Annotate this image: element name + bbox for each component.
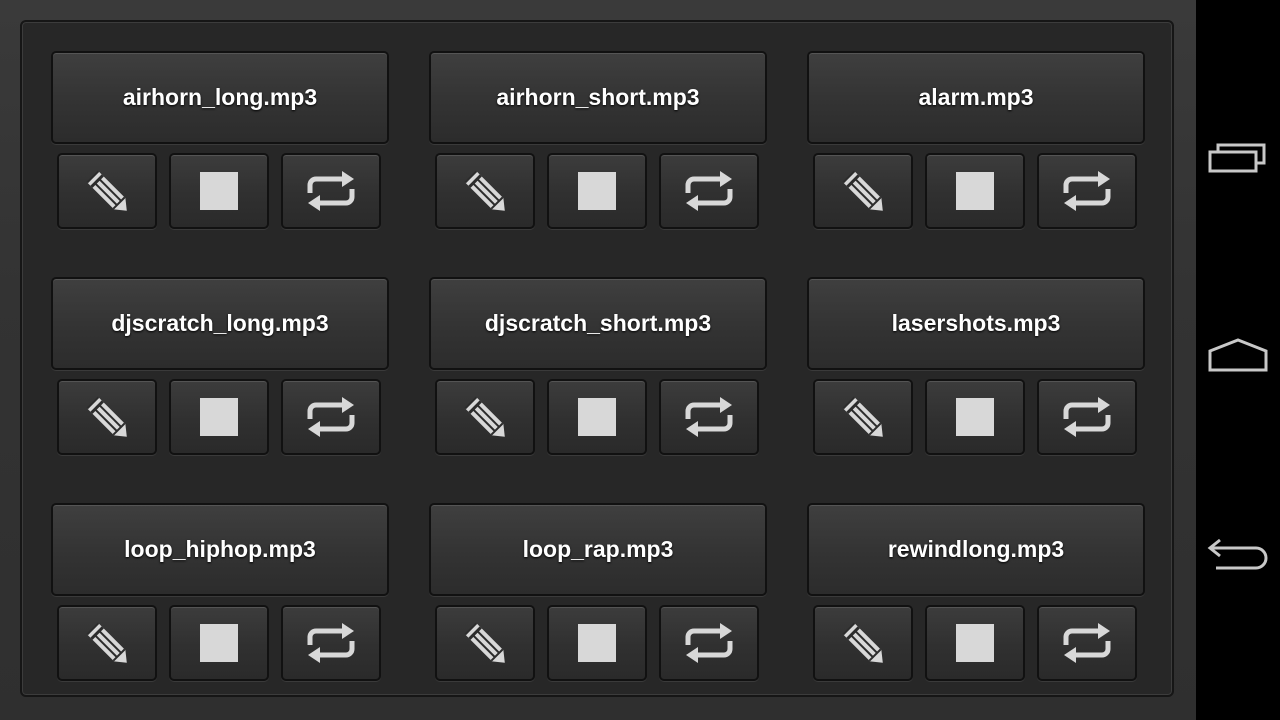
- loop-toggle-button[interactable]: [659, 605, 759, 681]
- edit-button[interactable]: [435, 605, 535, 681]
- play-sound-button[interactable]: airhorn_short.mp3: [429, 51, 767, 144]
- edit-button[interactable]: [435, 379, 535, 455]
- stop-button[interactable]: [547, 379, 647, 455]
- stop-icon: [199, 623, 239, 663]
- stop-button[interactable]: [169, 379, 269, 455]
- edit-button[interactable]: [813, 605, 913, 681]
- loop-toggle-button[interactable]: [1037, 605, 1137, 681]
- sound-card: loop_rap.mp3: [429, 503, 767, 681]
- edit-button[interactable]: [57, 379, 157, 455]
- repeat-icon: [682, 169, 736, 213]
- system-navigation-bar: [1196, 0, 1280, 720]
- sound-card: lasershots.mp3: [807, 277, 1145, 455]
- recent-apps-icon: [1208, 142, 1268, 179]
- pencil-icon: [458, 163, 512, 219]
- pencil-icon: [80, 163, 134, 219]
- loop-toggle-button[interactable]: [659, 379, 759, 455]
- sound-card: alarm.mp3: [807, 51, 1145, 229]
- play-sound-button[interactable]: djscratch_long.mp3: [51, 277, 389, 370]
- sound-card: djscratch_short.mp3: [429, 277, 767, 455]
- loop-toggle-button[interactable]: [659, 153, 759, 229]
- repeat-icon: [682, 395, 736, 439]
- stop-icon: [577, 171, 617, 211]
- loop-toggle-button[interactable]: [1037, 153, 1137, 229]
- stop-icon: [955, 397, 995, 437]
- play-sound-button[interactable]: lasershots.mp3: [807, 277, 1145, 370]
- pencil-icon: [458, 389, 512, 445]
- edit-button[interactable]: [813, 379, 913, 455]
- repeat-icon: [304, 621, 358, 665]
- pencil-icon: [80, 615, 134, 671]
- play-sound-button[interactable]: djscratch_short.mp3: [429, 277, 767, 370]
- play-sound-button[interactable]: airhorn_long.mp3: [51, 51, 389, 144]
- sound-card: djscratch_long.mp3: [51, 277, 389, 455]
- sound-card: airhorn_short.mp3: [429, 51, 767, 229]
- edit-button[interactable]: [435, 153, 535, 229]
- play-sound-button[interactable]: alarm.mp3: [807, 51, 1145, 144]
- edit-button[interactable]: [57, 605, 157, 681]
- home-button[interactable]: [1196, 312, 1280, 402]
- recent-apps-button[interactable]: [1196, 115, 1280, 205]
- stop-button[interactable]: [925, 153, 1025, 229]
- soundboard-panel: airhorn_long.mp3 airhorn_short.mp3 alarm…: [20, 20, 1174, 697]
- loop-toggle-button[interactable]: [281, 379, 381, 455]
- stop-button[interactable]: [169, 153, 269, 229]
- repeat-icon: [1060, 169, 1114, 213]
- home-icon: [1208, 337, 1268, 378]
- repeat-icon: [304, 169, 358, 213]
- sound-card: airhorn_long.mp3: [51, 51, 389, 229]
- stop-icon: [955, 623, 995, 663]
- stop-icon: [955, 171, 995, 211]
- back-icon: [1206, 536, 1270, 581]
- loop-toggle-button[interactable]: [281, 153, 381, 229]
- repeat-icon: [1060, 621, 1114, 665]
- stop-icon: [199, 397, 239, 437]
- pencil-icon: [836, 163, 890, 219]
- play-sound-button[interactable]: rewindlong.mp3: [807, 503, 1145, 596]
- edit-button[interactable]: [57, 153, 157, 229]
- stop-icon: [199, 171, 239, 211]
- app-screen: airhorn_long.mp3 airhorn_short.mp3 alarm…: [0, 0, 1196, 720]
- play-sound-button[interactable]: loop_rap.mp3: [429, 503, 767, 596]
- stop-button[interactable]: [925, 605, 1025, 681]
- stop-icon: [577, 623, 617, 663]
- repeat-icon: [304, 395, 358, 439]
- loop-toggle-button[interactable]: [1037, 379, 1137, 455]
- repeat-icon: [682, 621, 736, 665]
- sound-card: rewindlong.mp3: [807, 503, 1145, 681]
- loop-toggle-button[interactable]: [281, 605, 381, 681]
- sound-card: loop_hiphop.mp3: [51, 503, 389, 681]
- stop-icon: [577, 397, 617, 437]
- stop-button[interactable]: [925, 379, 1025, 455]
- stop-button[interactable]: [547, 153, 647, 229]
- stop-button[interactable]: [547, 605, 647, 681]
- pencil-icon: [836, 615, 890, 671]
- repeat-icon: [1060, 395, 1114, 439]
- back-button[interactable]: [1196, 513, 1280, 603]
- stop-button[interactable]: [169, 605, 269, 681]
- pencil-icon: [836, 389, 890, 445]
- edit-button[interactable]: [813, 153, 913, 229]
- pencil-icon: [80, 389, 134, 445]
- pencil-icon: [458, 615, 512, 671]
- play-sound-button[interactable]: loop_hiphop.mp3: [51, 503, 389, 596]
